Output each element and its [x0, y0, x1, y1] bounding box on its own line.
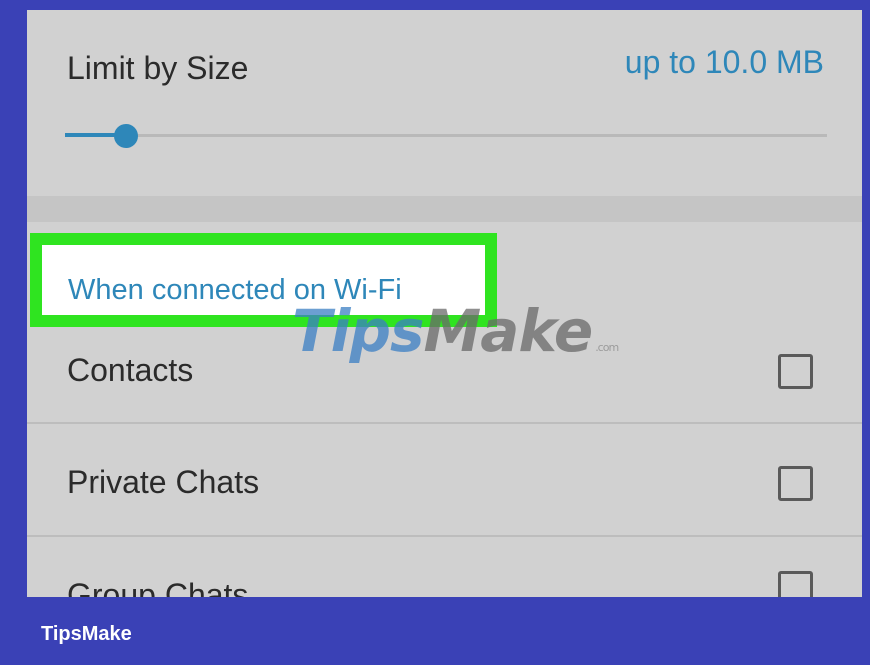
watermark-part2: Make	[423, 297, 593, 365]
private-chats-checkbox[interactable]	[778, 466, 813, 501]
contacts-label: Contacts	[67, 352, 194, 388]
footer-bar: TipsMake	[0, 597, 870, 665]
size-limit-slider[interactable]	[65, 122, 827, 150]
group-chats-checkbox[interactable]	[778, 571, 813, 597]
private-chats-label: Private Chats	[67, 464, 260, 500]
contacts-checkbox[interactable]	[778, 354, 813, 389]
limit-by-size-label: Limit by Size	[67, 50, 249, 86]
section-divider	[27, 196, 862, 222]
watermark-part1: Tips	[292, 297, 424, 365]
watermark-suffix: .com	[595, 341, 619, 354]
tipsmake-watermark: TipsMake .com	[292, 297, 619, 365]
settings-screen: Limit by Size up to 10.0 MB When connect…	[27, 0, 862, 597]
slider-track	[65, 134, 827, 137]
list-item-group-chats[interactable]: Group Chats	[27, 537, 862, 597]
group-chats-label: Group Chats	[67, 577, 249, 597]
size-limit-value: up to 10.0 MB	[624, 44, 824, 80]
list-item-private-chats[interactable]: Private Chats	[27, 424, 862, 536]
footer-brand-logo: TipsMake	[41, 623, 132, 645]
frame-top-border	[0, 0, 870, 10]
slider-thumb[interactable]	[114, 124, 138, 148]
